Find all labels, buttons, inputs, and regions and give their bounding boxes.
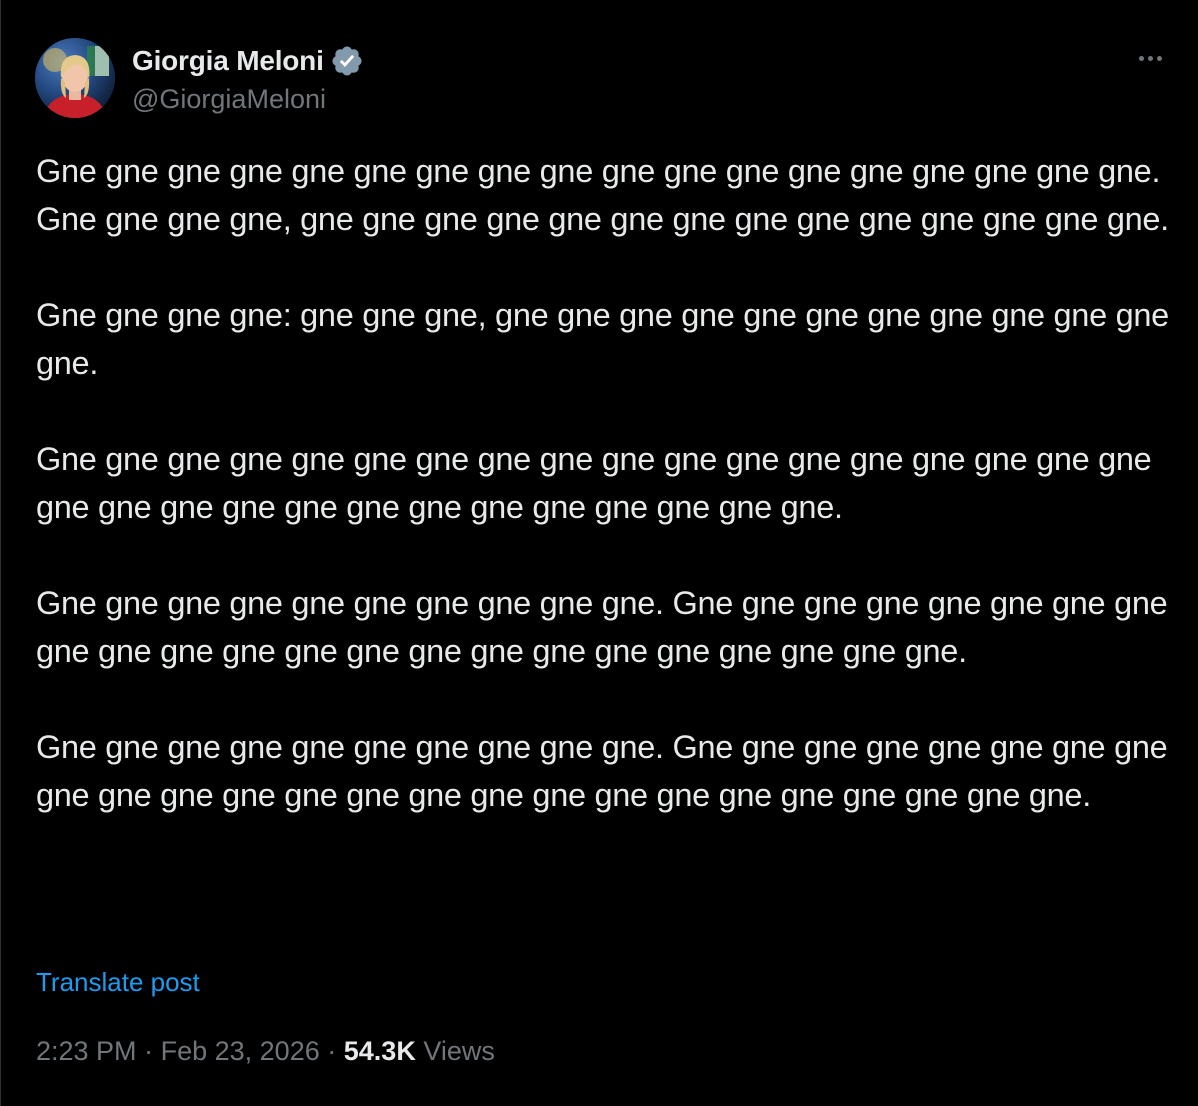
meta-separator: ·: [327, 1036, 337, 1066]
translate-post-link[interactable]: Translate post: [36, 967, 200, 998]
post-metadata: 2:23 PM · Feb 23, 2026 · 54.3K Views: [36, 1036, 495, 1067]
meta-separator: ·: [144, 1036, 154, 1066]
verified-badge-icon[interactable]: [330, 44, 364, 78]
views-label: Views: [423, 1036, 495, 1066]
author-display-name[interactable]: Giorgia Meloni: [132, 45, 324, 77]
author-names: Giorgia Meloni @GiorgiaMeloni: [132, 42, 364, 115]
display-name-row: Giorgia Meloni: [132, 42, 364, 80]
post-date[interactable]: Feb 23, 2026: [161, 1036, 320, 1066]
more-dot: [1138, 55, 1144, 61]
post-text: Gne gne gne gne gne gne gne gne gne gne …: [36, 147, 1176, 819]
author-handle[interactable]: @GiorgiaMeloni: [132, 84, 364, 115]
post-time[interactable]: 2:23 PM: [36, 1036, 137, 1066]
avatar[interactable]: [35, 38, 115, 118]
more-dot: [1156, 55, 1162, 61]
more-horizontal-icon[interactable]: [1132, 44, 1168, 72]
post-paragraph: Gne gne gne gne gne gne gne gne gne gne …: [36, 153, 1169, 237]
views-count: 54.3K: [343, 1036, 416, 1066]
post-paragraph: Gne gne gne gne: gne gne gne, gne gne gn…: [36, 297, 1169, 381]
post-header: Giorgia Meloni @GiorgiaMeloni: [35, 38, 1168, 120]
post-container: Giorgia Meloni @GiorgiaMeloni Gne gne gn…: [0, 0, 1198, 1106]
more-dot: [1147, 55, 1153, 61]
post-paragraph: Gne gne gne gne gne gne gne gne gne gne …: [36, 441, 1152, 525]
avatar-image: [35, 38, 115, 118]
post-paragraph: Gne gne gne gne gne gne gne gne gne gne.…: [36, 585, 1168, 669]
post-paragraph: Gne gne gne gne gne gne gne gne gne gne.…: [36, 729, 1168, 813]
